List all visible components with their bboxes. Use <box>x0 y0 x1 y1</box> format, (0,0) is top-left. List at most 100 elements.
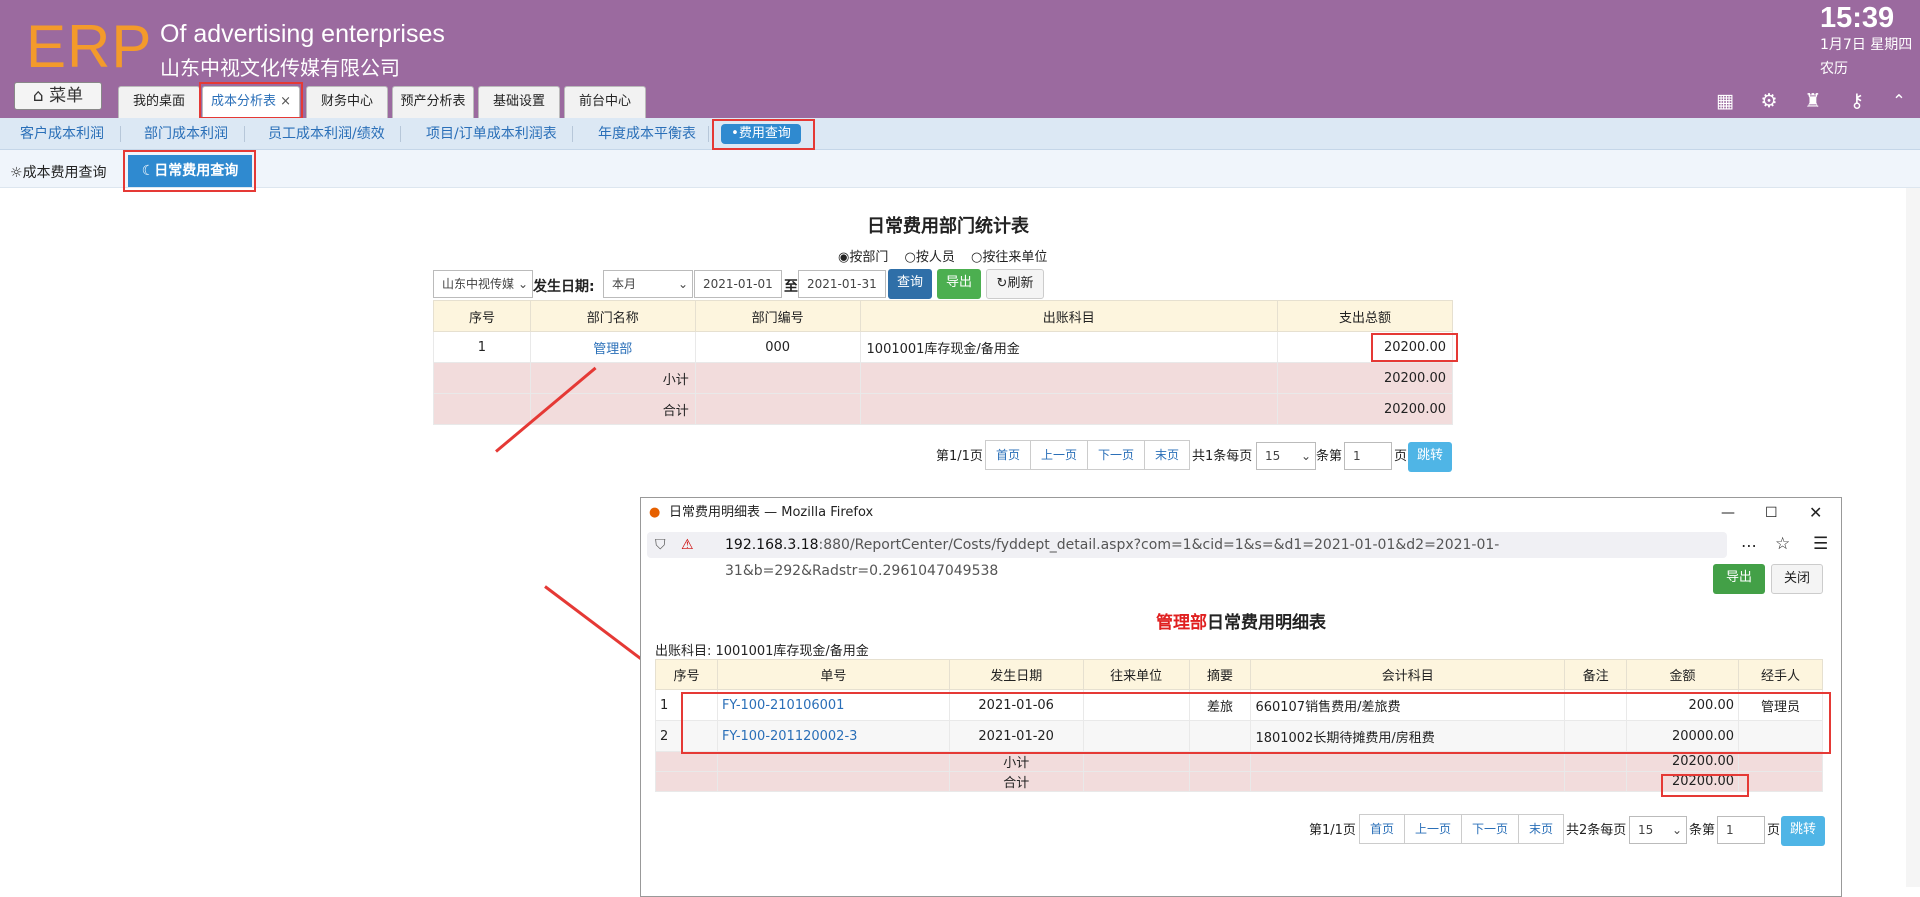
pager-prev[interactable]: 上一页 <box>1404 814 1462 844</box>
url-path: :880/ReportCenter/Costs/fyddept_detail.a… <box>725 537 1500 579</box>
url-host: 192.168.3.18 <box>725 537 819 553</box>
tab-preproduction-analysis[interactable]: 预产分析表 <box>392 86 474 118</box>
address-bar[interactable]: ⛉ ⚠ 192.168.3.18:880/ReportCenter/Costs/… <box>647 532 1727 579</box>
cell-code: 000 <box>694 331 861 363</box>
col-header: 金额 <box>1626 659 1740 690</box>
gear-icon[interactable]: ⚙ <box>1758 90 1780 112</box>
pager-next[interactable]: 下一页 <box>1087 440 1145 470</box>
dept-summary-table: 序号 部门名称 部门编号 出账科目 支出总额 1 管理部 000 1001001… <box>433 300 1453 425</box>
minimize-icon[interactable]: — <box>1721 498 1735 528</box>
cell-empty <box>859 393 1279 425</box>
tab-my-desktop[interactable]: 我的桌面 <box>118 86 200 118</box>
subtotal-row: 小计 20200.00 <box>433 362 1453 394</box>
menu-button[interactable]: ⌂ 菜单 <box>14 82 102 110</box>
tab-finance-center[interactable]: 财务中心 <box>306 86 388 118</box>
per-page-select[interactable]: 15 ⌄ <box>1256 442 1316 470</box>
doc-link[interactable]: FY-100-210106001 <box>722 698 845 713</box>
total-row: 合计 20200.00 <box>433 393 1453 425</box>
sub-navigation: 客户成本利润 部门成本利润 员工成本利润/绩效 项目/订单成本利润表 年度成本平… <box>0 118 1920 150</box>
company-select[interactable]: 山东中视传媒 ⌄ <box>433 270 533 298</box>
col-header: 序号 <box>655 659 718 690</box>
chevron-up-icon[interactable]: ⌃ <box>1888 90 1910 112</box>
jump-button[interactable]: 跳转 <box>1781 816 1825 846</box>
tab-daily-expense-query[interactable]: ☾日常费用查询 <box>128 155 252 187</box>
radio-by-partner[interactable]: ○按往来单位 <box>971 250 1053 265</box>
subnav-project-profit[interactable]: 项目/订单成本利润表 <box>426 118 557 150</box>
radio-by-dept[interactable]: ◉按部门 <box>838 250 894 265</box>
tab-basic-settings[interactable]: 基础设置 <box>478 86 560 118</box>
cell-empty <box>1082 771 1190 792</box>
subnav-fee-query[interactable]: •费用查询 <box>721 124 801 144</box>
pager-first[interactable]: 首页 <box>1359 814 1405 844</box>
pager-prev[interactable]: 上一页 <box>1030 440 1088 470</box>
shirt-icon[interactable]: ♜ <box>1802 90 1824 112</box>
tab-front-center[interactable]: 前台中心 <box>564 86 646 118</box>
detail-export-button[interactable]: 导出 <box>1713 564 1765 594</box>
date-to-input[interactable]: 2021-01-31 <box>798 270 886 298</box>
hamburger-icon[interactable]: ☰ <box>1813 534 1828 554</box>
tab-label: 我的桌面 <box>132 94 185 109</box>
tab-cost-expense-query[interactable]: ☼成本费用查询 <box>10 162 107 182</box>
doc-link[interactable]: FY-100-201120002-3 <box>722 729 857 744</box>
tab-cost-analysis[interactable]: 成本分析表 × <box>202 86 300 118</box>
refresh-button[interactable]: ↻刷新 <box>986 269 1044 299</box>
dept-link[interactable]: 管理部 <box>593 342 632 357</box>
select-value: 15 <box>1265 449 1281 463</box>
cell-account: 660107销售费用/差旅费 <box>1250 689 1566 721</box>
subnav-annual-balance[interactable]: 年度成本平衡表 <box>598 118 696 150</box>
home-icon: ⌂ <box>32 86 44 106</box>
cell-note <box>1564 689 1628 721</box>
cell-empty <box>716 771 950 792</box>
total-label: 合计 <box>948 771 1084 792</box>
query-button[interactable]: 查询 <box>888 269 932 299</box>
cell-partner <box>1082 689 1190 721</box>
pager-last[interactable]: 末页 <box>1518 814 1564 844</box>
cell-total: 20200.00 <box>1277 331 1453 363</box>
cell-empty <box>1188 751 1252 772</box>
cell-empty <box>433 362 531 394</box>
cell-amount: 200.00 <box>1626 689 1740 721</box>
pager-next[interactable]: 下一页 <box>1461 814 1519 844</box>
radio-by-person[interactable]: ○按人员 <box>905 250 961 265</box>
radio-label: 按人员 <box>915 250 955 265</box>
cell-summary <box>1188 720 1252 752</box>
subnav-dept-profit[interactable]: 部门成本利润 <box>144 118 228 150</box>
subnav-employee-profit[interactable]: 员工成本利润/绩效 <box>268 118 385 150</box>
detail-table: 序号 单号 发生日期 往来单位 摘要 会计科目 备注 金额 经手人 1 FY-1… <box>655 659 1823 792</box>
cell-empty <box>655 771 718 792</box>
group-by-radios: ◉按部门 ○按人员 ○按往来单位 <box>838 246 1059 265</box>
key-icon[interactable]: ⚷ <box>1846 90 1868 112</box>
close-window-icon[interactable]: ✕ <box>1809 498 1822 528</box>
chevron-down-icon: ⌄ <box>1671 823 1682 837</box>
button-label: 刷新 <box>1007 276 1034 291</box>
date-from-input[interactable]: 2021-01-01 <box>694 270 782 298</box>
grid-add-icon[interactable]: ▦ <box>1714 90 1736 112</box>
goto-page-input[interactable]: 1 <box>1344 442 1392 470</box>
clock-date: 1月7日 星期四 <box>1820 37 1913 53</box>
shield-icon: ⛉ <box>655 537 666 553</box>
detail-close-button[interactable]: 关闭 <box>1771 564 1823 594</box>
goto-page-input[interactable]: 1 <box>1717 816 1765 844</box>
star-icon[interactable]: ☆ <box>1775 534 1790 554</box>
col-header: 备注 <box>1564 659 1628 690</box>
per-page-select[interactable]: 15 ⌄ <box>1629 816 1687 844</box>
pager-last[interactable]: 末页 <box>1144 440 1190 470</box>
jump-button[interactable]: 跳转 <box>1408 442 1452 472</box>
tab-close-icon[interactable]: × <box>280 94 291 109</box>
page-scrollbar[interactable] <box>1906 188 1920 887</box>
period-select[interactable]: 本月 ⌄ <box>603 270 693 298</box>
export-button[interactable]: 导出 <box>937 269 981 299</box>
more-icon[interactable]: ⋯ <box>1741 536 1757 555</box>
cell-summary: 差旅 <box>1188 689 1252 721</box>
radio-label: 按部门 <box>849 250 889 265</box>
cell-account: 1801002长期待摊费用/房租费 <box>1250 720 1566 752</box>
window-title: 日常费用明细表 — Mozilla Firefox <box>669 505 874 520</box>
maximize-icon[interactable]: ☐ <box>1765 498 1778 528</box>
pager-first[interactable]: 首页 <box>985 440 1031 470</box>
subtotal-value: 20200.00 <box>1277 362 1453 394</box>
table-header-row: 序号 单号 发生日期 往来单位 摘要 会计科目 备注 金额 经手人 <box>655 659 1823 690</box>
col-header: 摘要 <box>1188 659 1252 690</box>
cell-empty <box>655 751 718 772</box>
sun-icon: ☼ <box>10 165 23 181</box>
subnav-customer-profit[interactable]: 客户成本利润 <box>20 118 104 150</box>
